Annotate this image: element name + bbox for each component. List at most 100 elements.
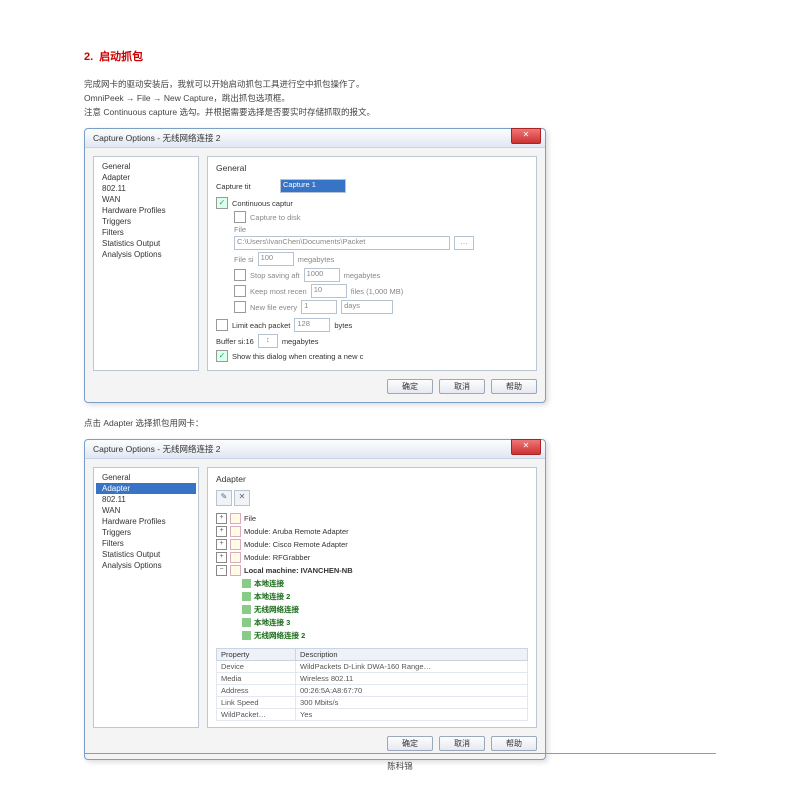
stop-input[interactable]: 1000 — [304, 268, 340, 282]
tree-adapter-3[interactable]: 无线网络连接 — [254, 603, 299, 616]
expand-icon[interactable]: + — [216, 526, 227, 537]
tree-adapter-2[interactable]: 本地连接 2 — [254, 590, 290, 603]
prop-wildpackets-val: Yes — [296, 709, 528, 721]
title-text: Capture Options - 无线网络连接 2 — [85, 132, 221, 144]
title-text: Capture Options - 无线网络连接 2 — [85, 443, 221, 455]
cancel-button[interactable]: 取消 — [439, 379, 485, 394]
file-size-label: File si — [234, 255, 254, 264]
newfile-unit-select[interactable]: days — [341, 300, 393, 314]
sidebar-item-analysis[interactable]: Analysis Options — [96, 249, 196, 260]
panel-title: General — [216, 163, 528, 173]
sidebar-item-wan[interactable]: WAN — [96, 505, 196, 516]
sidebar-item-analysis[interactable]: Analysis Options — [96, 560, 196, 571]
cancel-button[interactable]: 取消 — [439, 736, 485, 751]
adapter-icon — [242, 579, 251, 588]
sidebar-item-adapter[interactable]: Adapter — [96, 172, 196, 183]
file-path-input[interactable]: C:\Users\IvanChen\Documents\Packet — [234, 236, 450, 250]
adapter-tree: + File + Module: Aruba Remote Adapter + Mod… — [216, 512, 528, 642]
keep-label: Keep most recen — [250, 287, 307, 296]
sidebar-item-80211[interactable]: 802.11 — [96, 494, 196, 505]
sidebar-item-adapter[interactable]: Adapter — [96, 483, 196, 494]
newfile-label: New file every — [250, 303, 297, 312]
tree-module-rfgrabber[interactable]: Module: RFGrabber — [244, 551, 310, 564]
show-dialog-label: Show this dialog when creating a new c — [232, 352, 363, 361]
prop-device-val: WildPackets D-Link DWA-160 Range… — [296, 661, 528, 673]
close-button[interactable]: ✕ — [511, 439, 541, 455]
expand-icon[interactable]: + — [216, 539, 227, 550]
continuous-checkbox[interactable] — [216, 197, 228, 209]
newfile-checkbox[interactable] — [234, 301, 246, 313]
options-sidebar: General Adapter 802.11 WAN Hardware Prof… — [93, 156, 199, 371]
ok-button[interactable]: 确定 — [387, 736, 433, 751]
sidebar-item-triggers[interactable]: Triggers — [96, 527, 196, 538]
sidebar-item-general[interactable]: General — [96, 472, 196, 483]
prop-device-key: Device — [217, 661, 296, 673]
limit-input[interactable]: 128 — [294, 318, 330, 332]
tree-file[interactable]: File — [244, 512, 256, 525]
delete-icon[interactable]: ✕ — [234, 490, 250, 506]
sidebar-item-filters[interactable]: Filters — [96, 538, 196, 549]
show-dialog-checkbox[interactable] — [216, 350, 228, 362]
close-button[interactable]: ✕ — [511, 128, 541, 144]
file-label: File — [234, 225, 246, 234]
sidebar-item-filters[interactable]: Filters — [96, 227, 196, 238]
capture-to-disk-checkbox[interactable] — [234, 211, 246, 223]
prop-header-property: Property — [217, 649, 296, 661]
tree-adapter-4[interactable]: 本地连接 3 — [254, 616, 290, 629]
expand-icon[interactable]: + — [216, 552, 227, 563]
limit-checkbox[interactable] — [216, 319, 228, 331]
edit-icon[interactable]: ✎ — [216, 490, 232, 506]
prop-wildpackets-key: WildPacket… — [217, 709, 296, 721]
options-sidebar: General Adapter 802.11 WAN Hardware Prof… — [93, 467, 199, 728]
expand-icon[interactable]: + — [216, 513, 227, 524]
page-footer: 陈科锦 — [84, 753, 716, 772]
sidebar-item-stats[interactable]: Statistics Output — [96, 549, 196, 560]
capture-options-dialog-adapter: Capture Options - 无线网络连接 2 ✕ General Ada… — [84, 439, 546, 760]
limit-unit: bytes — [334, 321, 352, 330]
tree-module-aruba[interactable]: Module: Aruba Remote Adapter — [244, 525, 349, 538]
module-icon — [230, 539, 241, 550]
file-size-input[interactable]: 100 — [258, 252, 294, 266]
keep-input[interactable]: 10 — [311, 284, 347, 298]
machine-icon — [230, 565, 241, 576]
sidebar-item-80211[interactable]: 802.11 — [96, 183, 196, 194]
tree-module-cisco[interactable]: Module: Cisco Remote Adapter — [244, 538, 348, 551]
title-bar: Capture Options - 无线网络连接 2 ✕ — [85, 440, 545, 459]
keep-unit: files (1,000 MB) — [351, 287, 404, 296]
ok-button[interactable]: 确定 — [387, 379, 433, 394]
prop-media-key: Media — [217, 673, 296, 685]
sidebar-item-triggers[interactable]: Triggers — [96, 216, 196, 227]
stop-unit: megabytes — [344, 271, 381, 280]
help-button[interactable]: 帮助 — [491, 379, 537, 394]
adapter-icon — [242, 631, 251, 640]
collapse-icon[interactable]: − — [216, 565, 227, 576]
adapter-icon — [242, 618, 251, 627]
module-icon — [230, 526, 241, 537]
prop-linkspeed-val: 300 Mbits/s — [296, 697, 528, 709]
sidebar-item-general[interactable]: General — [96, 161, 196, 172]
intro-line-1: 完成网卡的驱动安装后，我就可以开始启动抓包工具进行空中抓包操作了。 — [84, 78, 716, 90]
buffer-spinner[interactable]: ↕ — [258, 334, 278, 348]
prop-address-val: 00:26:5A:A8:67:70 — [296, 685, 528, 697]
capture-title-input[interactable]: Capture 1 — [280, 179, 346, 193]
title-bar: Capture Options - 无线网络连接 2 ✕ — [85, 129, 545, 148]
general-panel: General Capture tit Capture 1 Continuous… — [207, 156, 537, 371]
tree-adapter-5[interactable]: 无线网络连接 2 — [254, 629, 305, 642]
stop-checkbox[interactable] — [234, 269, 246, 281]
buffer-label: Buffer si:16 — [216, 337, 254, 346]
tree-adapter-1[interactable]: 本地连接 — [254, 577, 284, 590]
sidebar-item-stats[interactable]: Statistics Output — [96, 238, 196, 249]
newfile-input[interactable]: 1 — [301, 300, 337, 314]
capture-options-dialog-general: Capture Options - 无线网络连接 2 ✕ General Ada… — [84, 128, 546, 403]
sidebar-item-wan[interactable]: WAN — [96, 194, 196, 205]
capture-title-label: Capture tit — [216, 182, 276, 191]
prop-address-key: Address — [217, 685, 296, 697]
adapter-icon — [242, 592, 251, 601]
keep-checkbox[interactable] — [234, 285, 246, 297]
sidebar-item-hw-profiles[interactable]: Hardware Profiles — [96, 205, 196, 216]
tree-local-machine[interactable]: Local machine: IVANCHEN-NB — [244, 564, 353, 577]
help-button[interactable]: 帮助 — [491, 736, 537, 751]
sidebar-item-hw-profiles[interactable]: Hardware Profiles — [96, 516, 196, 527]
prop-media-val: Wireless 802.11 — [296, 673, 528, 685]
file-browse-button[interactable]: … — [454, 236, 474, 250]
